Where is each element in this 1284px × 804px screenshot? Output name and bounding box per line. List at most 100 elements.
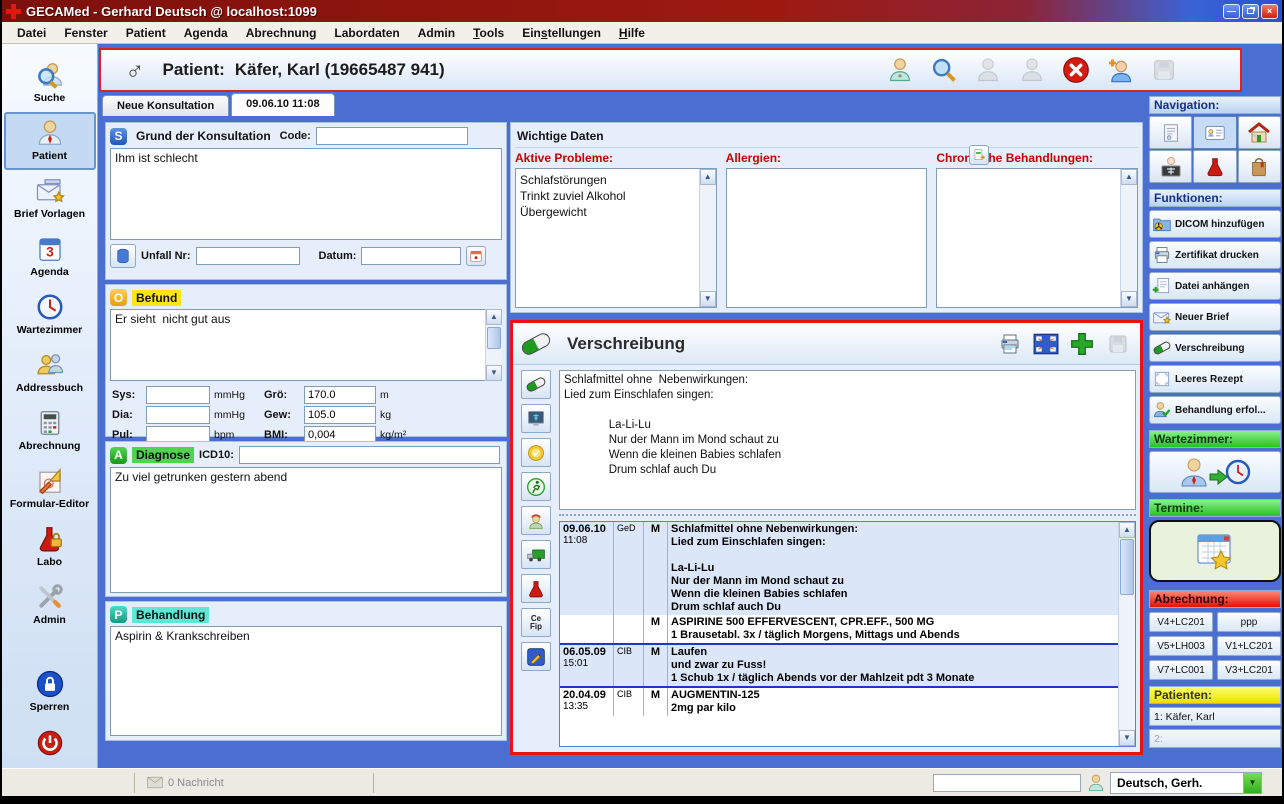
remove-patient-icon[interactable] xyxy=(1018,56,1046,84)
menu-item-patient[interactable]: Patient xyxy=(117,23,175,43)
prescription-editor[interactable]: Schlafmittel ohne Nebenwirkungen: Lied z… xyxy=(559,370,1136,510)
befund-textarea[interactable]: Er sieht nicht gut aus xyxy=(110,309,485,381)
menu-item-datei[interactable]: Datei xyxy=(8,23,55,43)
problem-item[interactable]: Schlafstörungen xyxy=(520,172,695,188)
billing-code-button[interactable]: ppp xyxy=(1217,612,1281,632)
tab-neue-konsultation[interactable]: Neue Konsultation xyxy=(102,95,229,116)
history-row[interactable]: 06.05.0915:01CIBMLaufen und zwar zu Fuss… xyxy=(560,643,1118,686)
add-prescription-button[interactable] xyxy=(1068,331,1096,357)
doctor-icon[interactable] xyxy=(886,56,914,84)
scroll-down-icon[interactable]: ▼ xyxy=(1121,291,1137,307)
billing-code-button[interactable]: V7+LC001 xyxy=(1149,660,1213,680)
menu-item-labordaten[interactable]: Labordaten xyxy=(325,23,408,43)
sidebar-item-labo[interactable]: Labo xyxy=(4,518,96,576)
sidebar-item-sperren[interactable]: Sperren xyxy=(4,663,96,721)
billing-code-button[interactable]: V1+LC201 xyxy=(1217,636,1281,656)
empty-prescription-button[interactable]: Leeres Rezept xyxy=(1149,365,1281,393)
menu-item-fenster[interactable]: Fenster xyxy=(55,23,116,43)
certificate-button[interactable] xyxy=(521,438,551,467)
free-text-button[interactable] xyxy=(521,642,551,671)
medication-button[interactable] xyxy=(521,370,551,399)
treatment-done-button[interactable]: Behandlung erfol... xyxy=(1149,396,1281,424)
nav-documents-bag-button[interactable] xyxy=(1238,150,1281,183)
history-row[interactable]: 20.04.0913:35CIBMAUGMENTIN-125 2mg par k… xyxy=(560,686,1118,716)
save-icon[interactable] xyxy=(1150,56,1178,84)
chronisch-scrollbar[interactable]: ▲ ▼ xyxy=(1120,169,1137,307)
nav-consultation-button[interactable] xyxy=(1193,116,1236,149)
new-letter-button[interactable]: Neuer Brief xyxy=(1149,303,1281,331)
nurse-button[interactable] xyxy=(521,506,551,535)
allergien-list[interactable] xyxy=(727,169,927,307)
scroll-up-icon[interactable]: ▲ xyxy=(1119,522,1135,538)
sidebar-item-wartezimmer[interactable]: Wartezimmer xyxy=(4,286,96,344)
print-prescription-button[interactable] xyxy=(996,331,1024,357)
logout-power-button[interactable] xyxy=(36,729,64,762)
user-selector[interactable]: Deutsch, Gerh. ▼ xyxy=(1110,772,1262,794)
patient-slot-2[interactable]: 2: xyxy=(1149,729,1281,748)
print-certificate-button[interactable]: Zertifikat drucken xyxy=(1149,241,1281,269)
befund-scrollbar[interactable]: ▲ ▼ xyxy=(485,309,502,381)
imaging-button[interactable] xyxy=(521,404,551,433)
edit-patient-icon[interactable] xyxy=(974,56,1002,84)
billing-code-button[interactable]: V4+LC201 xyxy=(1149,612,1213,632)
groesse-input[interactable]: 170.0 xyxy=(304,386,376,404)
billing-code-button[interactable]: V3+LC201 xyxy=(1217,660,1281,680)
scroll-down-icon[interactable]: ▼ xyxy=(700,291,716,307)
menu-item-tools[interactable]: Tools xyxy=(464,23,513,43)
unfall-input[interactable] xyxy=(196,247,300,265)
restore-button[interactable] xyxy=(1242,4,1259,19)
menu-item-einstellungen[interactable]: Einstellungen xyxy=(513,23,610,43)
sidebar-item-formular-editor[interactable]: Formular-Editor xyxy=(4,460,96,518)
icd10-input[interactable] xyxy=(239,446,500,464)
history-row[interactable]: 09.06.1011:08GeDMSchlafmittel ohne Neben… xyxy=(560,522,1118,615)
problem-item[interactable]: Übergewicht xyxy=(520,204,695,220)
save-prescription-button[interactable] xyxy=(1104,331,1132,357)
code-input[interactable] xyxy=(316,127,468,145)
nav-home-button[interactable] xyxy=(1238,116,1281,149)
status-input[interactable] xyxy=(933,774,1081,792)
edit-important-data-button[interactable] xyxy=(969,145,989,165)
scroll-down-icon[interactable]: ▼ xyxy=(486,365,502,381)
date-picker-button[interactable] xyxy=(466,246,486,266)
dicom-add-button[interactable]: DICOM hinzufügen xyxy=(1149,210,1281,238)
menu-item-abrechnung[interactable]: Abrechnung xyxy=(237,23,326,43)
scroll-up-icon[interactable]: ▲ xyxy=(1121,169,1137,185)
gewicht-input[interactable]: 105.0 xyxy=(304,406,376,424)
nav-lab-button[interactable] xyxy=(1193,150,1236,183)
sidebar-item-abrechnung[interactable]: Abrechnung xyxy=(4,402,96,460)
lab-order-button[interactable] xyxy=(521,574,551,603)
patient-slot-1[interactable]: 1: Käfer, Karl xyxy=(1149,707,1281,726)
datum-input[interactable] xyxy=(361,247,461,265)
menu-item-agenda[interactable]: Agenda xyxy=(175,23,237,43)
search-icon[interactable] xyxy=(930,56,958,84)
problem-item[interactable]: Trinkt zuviel Alkohol xyxy=(520,188,695,204)
new-appointment-button[interactable] xyxy=(1149,520,1281,582)
sidebar-item-brief-vorlagen[interactable]: Brief Vorlagen xyxy=(4,170,96,228)
scroll-up-icon[interactable]: ▲ xyxy=(486,309,502,325)
dia-input[interactable] xyxy=(146,406,210,424)
database-button[interactable] xyxy=(110,244,136,268)
nav-record-button[interactable] xyxy=(1149,116,1192,149)
close-button[interactable]: × xyxy=(1261,4,1278,19)
sidebar-item-patient[interactable]: Patient xyxy=(4,112,96,170)
add-patient-icon[interactable] xyxy=(1106,56,1134,84)
close-patient-icon[interactable] xyxy=(1062,56,1090,84)
sys-input[interactable] xyxy=(146,386,210,404)
aktive-probleme-list[interactable]: SchlafstörungenTrinkt zuviel AlkoholÜber… xyxy=(516,169,699,307)
grund-textarea[interactable]: Ihm ist schlecht xyxy=(110,148,502,240)
billing-code-button[interactable]: V5+LH003 xyxy=(1149,636,1213,656)
history-row[interactable]: MASPIRINE 500 EFFERVESCENT, CPR.EFF., 50… xyxy=(560,615,1118,643)
attach-file-button[interactable]: Datei anhängen xyxy=(1149,272,1281,300)
sidebar-item-agenda[interactable]: 3 Agenda xyxy=(4,228,96,286)
diagnose-textarea[interactable]: Zu viel getrunken gestern abend xyxy=(110,467,502,593)
tab-consultation-date[interactable]: 09.06.10 11:08 xyxy=(231,93,334,116)
fullscreen-button[interactable] xyxy=(1032,331,1060,357)
transport-button[interactable] xyxy=(521,540,551,569)
behandlung-textarea[interactable]: Aspirin & Krankschreiben xyxy=(110,626,502,736)
scroll-down-icon[interactable]: ▼ xyxy=(1119,730,1135,746)
probleme-scrollbar[interactable]: ▲ ▼ xyxy=(699,169,716,307)
splitter-handle[interactable] xyxy=(559,514,1136,521)
dropdown-arrow-icon[interactable]: ▼ xyxy=(1243,773,1261,793)
scroll-up-icon[interactable]: ▲ xyxy=(700,169,716,185)
send-to-waiting-room-button[interactable] xyxy=(1149,451,1281,493)
